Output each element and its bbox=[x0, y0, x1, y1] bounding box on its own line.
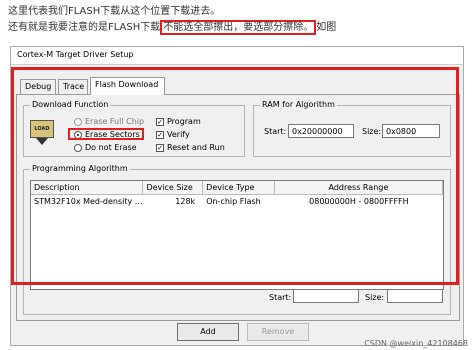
column-header-description[interactable]: Description bbox=[31, 181, 144, 195]
table-row[interactable]: STM32F10x Med-density ... 128k On-chip F… bbox=[31, 195, 443, 209]
programming-algorithm-title: Programming Algorithm bbox=[30, 164, 130, 173]
intro-line-2-start: 还有就是我要注意的是FLASH下载 bbox=[8, 22, 161, 33]
radio-circle-icon[interactable] bbox=[74, 117, 82, 126]
dialog-title: Cortex-M Target Driver Setup bbox=[11, 47, 463, 65]
intro-line-1: 这里代表我们FLASH下载从这个位置下载进去。 bbox=[8, 6, 221, 17]
intro-line-2: 还有就是我要注意的是FLASH下载 不能选全部擦出，要选部分擦除。 如图 bbox=[8, 18, 337, 35]
tab-flash-download[interactable]: Flash Download bbox=[90, 77, 165, 95]
verify-label: Verify bbox=[167, 130, 190, 139]
radio-do-not-erase[interactable]: Do not Erase bbox=[74, 143, 137, 152]
cell-description: STM32F10x Med-density ... bbox=[34, 197, 143, 206]
download-function-group: Download Function LOAD Erase Full Chip E… bbox=[23, 100, 245, 157]
load-icon: LOAD bbox=[30, 120, 54, 146]
tab-debug[interactable]: Debug bbox=[20, 79, 56, 95]
do-not-erase-label: Do not Erase bbox=[85, 143, 137, 152]
target-driver-setup-dialog: Cortex-M Target Driver Setup Debug Trace… bbox=[10, 46, 464, 346]
algorithm-start-label: Start: bbox=[269, 293, 292, 302]
reset-and-run-label: Reset and Run bbox=[167, 143, 225, 152]
down-arrow-icon bbox=[36, 138, 48, 145]
checkmark-icon[interactable]: ✓ bbox=[156, 117, 164, 126]
cell-address-range: 08000000H - 0800FFFFH bbox=[309, 197, 409, 206]
checkbox-program[interactable]: ✓ Program bbox=[156, 117, 201, 126]
column-header-device-size[interactable]: Device Size bbox=[143, 181, 204, 195]
program-label: Program bbox=[167, 117, 201, 126]
remove-button[interactable]: Remove bbox=[247, 323, 309, 341]
ram-for-algorithm-group: RAM for Algorithm Start: 0x20000000 Size… bbox=[253, 100, 451, 157]
algorithm-start-input[interactable] bbox=[293, 289, 359, 303]
watermark: CSDN @weixin_42108468 bbox=[364, 339, 468, 348]
cell-device-type: On-chip Flash bbox=[206, 197, 261, 206]
ram-start-label: Start: bbox=[264, 127, 287, 136]
checkmark-icon[interactable]: ✓ bbox=[156, 143, 164, 152]
checkmark-icon[interactable]: ✓ bbox=[156, 130, 164, 139]
erase-full-chip-label: Erase Full Chip bbox=[85, 117, 145, 126]
cell-device-size: 128k bbox=[175, 197, 196, 206]
tab-trace[interactable]: Trace bbox=[58, 79, 88, 95]
intro-highlight: 不能选全部擦出，要选部分擦除。 bbox=[160, 20, 317, 35]
algorithm-table: Description Device Size Device Type Addr… bbox=[30, 180, 444, 290]
intro-line-2-end: 如图 bbox=[316, 22, 337, 33]
ram-size-input[interactable]: 0x0800 bbox=[382, 124, 440, 138]
add-button[interactable]: Add bbox=[177, 323, 239, 341]
ram-size-label: Size: bbox=[362, 127, 382, 136]
ram-start-input[interactable]: 0x20000000 bbox=[288, 124, 354, 138]
algorithm-size-input[interactable] bbox=[387, 289, 443, 303]
checkbox-verify[interactable]: ✓ Verify bbox=[156, 130, 190, 139]
erase-sectors-annotation bbox=[68, 128, 144, 140]
radio-circle-icon[interactable] bbox=[74, 143, 82, 152]
column-header-device-type[interactable]: Device Type bbox=[203, 181, 275, 195]
flash-download-panel: Download Function LOAD Erase Full Chip E… bbox=[16, 94, 460, 321]
algorithm-size-label: Size: bbox=[365, 293, 385, 302]
download-function-title: Download Function bbox=[30, 100, 111, 109]
radio-erase-full-chip[interactable]: Erase Full Chip bbox=[74, 117, 144, 126]
table-header: Description Device Size Device Type Addr… bbox=[31, 181, 443, 195]
load-icon-label: LOAD bbox=[30, 120, 54, 138]
column-header-address-range[interactable]: Address Range bbox=[274, 181, 443, 195]
ram-title: RAM for Algorithm bbox=[260, 100, 337, 109]
checkbox-reset-and-run[interactable]: ✓ Reset and Run bbox=[156, 143, 225, 152]
